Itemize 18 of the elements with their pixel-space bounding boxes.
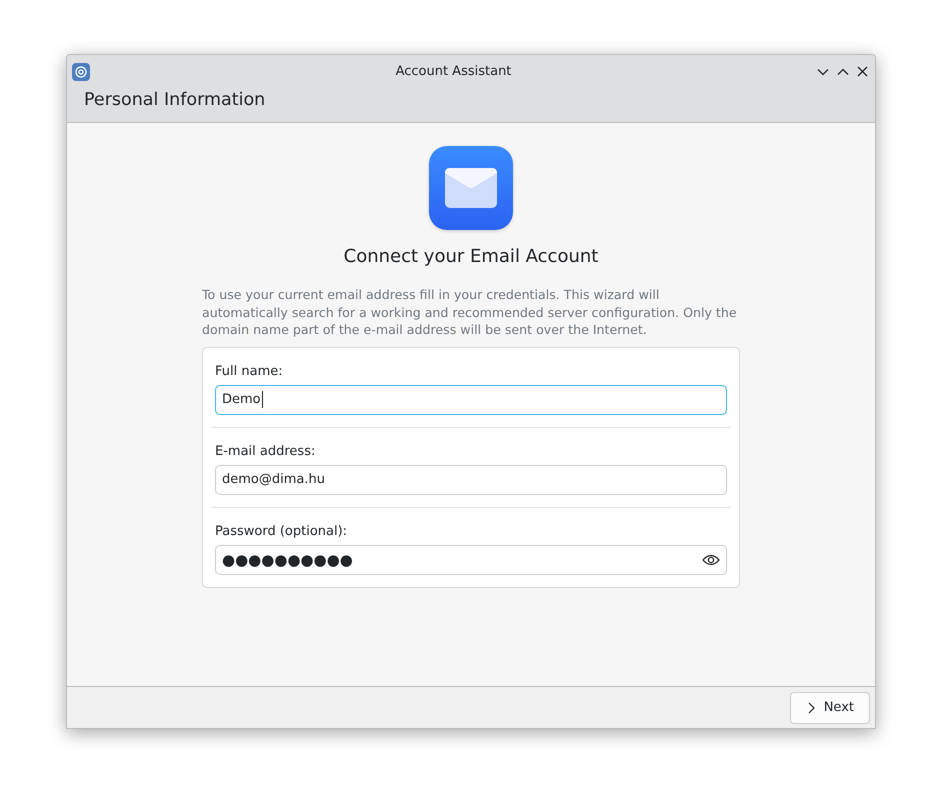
field-label: Full name: [215,364,283,378]
description-text: To use your current email address fill in your credentials. This wizard will automatically search for a working and recommended server configuration. Only the domain name part of the e-mail address will be sent over the Internet. [202,286,738,338]
envelope-icon [429,146,513,230]
minimize-icon[interactable] [817,68,829,76]
chevron-icon [808,702,815,714]
input-field[interactable]: demo@dima.hu [215,464,727,494]
window-title: Account Assistant [394,64,512,79]
maximize-icon[interactable] [837,68,849,76]
next-button[interactable]: Next [790,692,870,724]
heading: Connect your Email Account [344,246,598,267]
page-title: Personal Information [84,90,266,110]
close-icon[interactable] [857,66,868,77]
eye-icon[interactable] [702,554,720,566]
input-field[interactable]: Demo [215,384,727,414]
field-label: Password (optional): [215,524,348,538]
app-icon [72,62,90,80]
field-label: E-mail address: [215,444,316,458]
input-field[interactable]: ●●●●●●●●●● [215,544,727,574]
